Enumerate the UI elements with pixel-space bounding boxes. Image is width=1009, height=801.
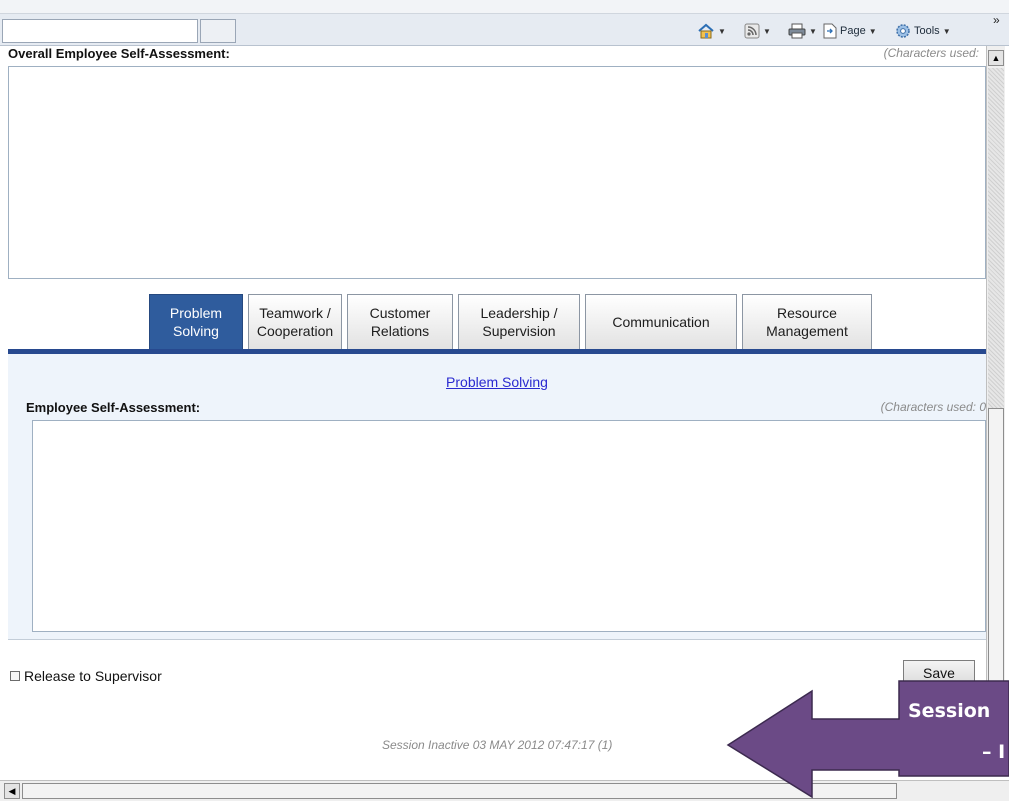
- competency-tabs: Problem Solving Teamwork / Cooperation C…: [149, 294, 872, 351]
- browser-toolbar: ▼ ▼ ▼ Page ▼ Tools ▼ »: [0, 0, 1009, 46]
- scroll-thumb[interactable]: [988, 408, 1004, 728]
- callout-text-line2: – I: [982, 741, 1006, 763]
- feeds-button[interactable]: ▼: [744, 22, 771, 40]
- chevron-down-icon: ▼: [942, 26, 951, 36]
- home-icon: [698, 23, 714, 39]
- scroll-left-button[interactable]: ◀: [4, 783, 20, 799]
- page-menu-label: Page: [840, 25, 866, 37]
- scroll-track[interactable]: [988, 68, 1004, 408]
- save-button[interactable]: Save: [903, 660, 975, 686]
- horizontal-scrollbar[interactable]: ◀: [0, 780, 1009, 801]
- tools-gear-icon: [896, 24, 910, 38]
- title-strip: [0, 0, 1009, 14]
- feeds-icon: [744, 23, 760, 39]
- tab-teamwork-cooperation[interactable]: Teamwork / Cooperation: [248, 294, 342, 349]
- vertical-scrollbar[interactable]: ▲: [986, 46, 1005, 776]
- page-icon: [823, 23, 837, 39]
- tab-customer-relations[interactable]: Customer Relations: [347, 294, 453, 349]
- tab-communication[interactable]: Communication: [585, 294, 737, 349]
- horizontal-scroll-thumb[interactable]: [22, 783, 897, 799]
- chevron-down-icon[interactable]: ▼: [763, 27, 771, 36]
- callout-text-line1: Session: [908, 700, 991, 722]
- chevron-down-icon[interactable]: ▼: [809, 27, 817, 36]
- home-button[interactable]: ▼: [697, 22, 726, 40]
- overall-assessment-label: Overall Employee Self-Assessment:: [8, 46, 230, 61]
- tab-resource-management[interactable]: Resource Management: [742, 294, 872, 349]
- address-field[interactable]: [2, 19, 198, 43]
- employee-assessment-textarea[interactable]: [32, 420, 986, 632]
- chevron-down-icon[interactable]: ▼: [718, 27, 726, 36]
- tools-menu-button[interactable]: Tools ▼: [895, 22, 951, 40]
- tab-problem-solving[interactable]: Problem Solving: [149, 294, 243, 349]
- problem-solving-link[interactable]: Problem Solving: [8, 374, 986, 390]
- chevron-down-icon: ▼: [868, 26, 877, 36]
- print-button[interactable]: ▼: [788, 22, 817, 40]
- scroll-up-button[interactable]: ▲: [988, 50, 1004, 66]
- overall-assessment-textarea[interactable]: [8, 66, 986, 279]
- address-go-button[interactable]: [200, 19, 236, 43]
- overall-characters-used: (Characters used:: [883, 46, 979, 60]
- release-to-supervisor[interactable]: Release to Supervisor: [10, 668, 162, 684]
- page-menu-button[interactable]: Page ▼: [823, 22, 877, 40]
- toolbar-overflow-button[interactable]: »: [993, 13, 1000, 27]
- employee-assessment-label: Employee Self-Assessment:: [26, 400, 201, 415]
- print-icon: [788, 23, 806, 39]
- release-checkbox[interactable]: [10, 671, 20, 681]
- release-label: Release to Supervisor: [24, 668, 162, 684]
- competency-panel: Problem Solving Employee Self-Assessment…: [8, 354, 986, 640]
- tab-leadership-supervision[interactable]: Leadership / Supervision: [458, 294, 580, 349]
- session-status: Session Inactive 03 MAY 2012 07:47:17 (1…: [382, 738, 613, 752]
- tools-menu-label: Tools: [914, 25, 940, 37]
- employee-characters-used: (Characters used: 0: [880, 400, 986, 414]
